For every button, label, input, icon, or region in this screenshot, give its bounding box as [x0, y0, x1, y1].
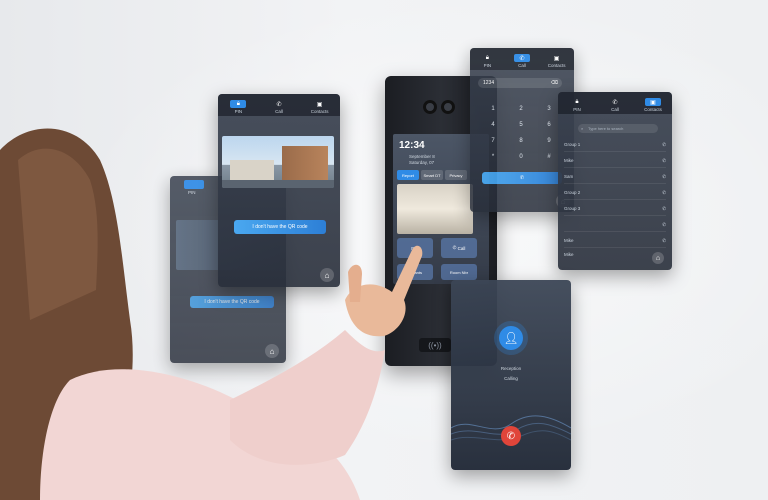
- woman-figure: [0, 128, 423, 500]
- scene: PIN I don't have the QR code ⌂ 🔒︎ PIN ✆ Ca…: [0, 0, 768, 500]
